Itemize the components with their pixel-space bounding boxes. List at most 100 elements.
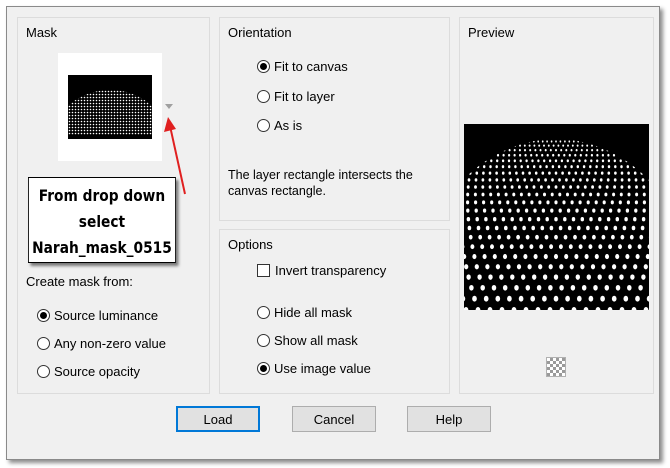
preview-dot xyxy=(601,153,604,157)
annotation-line-3: Narah_mask_0515 xyxy=(32,238,172,257)
preview-dot xyxy=(598,217,602,222)
preview-dot xyxy=(519,192,523,197)
radio-button[interactable] xyxy=(37,309,50,322)
preview-dot xyxy=(527,264,532,270)
preview-dot xyxy=(633,264,638,270)
preview-dot xyxy=(589,165,592,169)
radio-fit-to-layer[interactable]: Fit to layer xyxy=(257,89,335,104)
radio-as-is[interactable]: As is xyxy=(257,118,302,133)
preview-dot xyxy=(608,274,613,280)
preview-dot xyxy=(508,208,512,213)
radio-button[interactable] xyxy=(37,337,50,350)
preview-dot xyxy=(562,144,565,147)
radio-button[interactable] xyxy=(257,334,270,347)
radio-button[interactable] xyxy=(257,362,270,375)
load-button[interactable]: Load xyxy=(176,406,260,432)
preview-dot xyxy=(519,144,521,147)
preview-dot xyxy=(585,178,589,182)
preview-dot xyxy=(570,148,573,152)
preview-dot xyxy=(542,192,547,197)
preview-dot xyxy=(584,159,587,163)
orientation-info-text: The layer rectangle intersects the canva… xyxy=(228,168,413,198)
preview-dot xyxy=(571,144,574,147)
preview-dot xyxy=(542,295,547,302)
preview-dot xyxy=(635,192,639,197)
radio-button[interactable] xyxy=(37,365,50,378)
preview-dot xyxy=(552,153,555,157)
radio-button[interactable] xyxy=(257,60,270,73)
preview-dot xyxy=(595,165,598,169)
radio-button[interactable] xyxy=(257,119,270,132)
radio-button[interactable] xyxy=(257,306,270,319)
preview-dot xyxy=(550,192,554,197)
help-button[interactable]: Help xyxy=(407,406,491,432)
preview-dot xyxy=(499,208,504,213)
preview-dot xyxy=(502,153,505,157)
preview-dot xyxy=(586,274,591,280)
radio-source-luminance[interactable]: Source luminance xyxy=(37,308,158,323)
preview-dot xyxy=(466,192,470,197)
preview-dot xyxy=(604,254,610,260)
preview-dot xyxy=(586,225,590,231)
preview-dot xyxy=(525,159,528,163)
radio-button[interactable] xyxy=(257,90,270,103)
preview-dot xyxy=(524,148,526,152)
preview-dot xyxy=(503,185,507,189)
preview-dot xyxy=(495,295,501,302)
radio-label: Show all mask xyxy=(274,333,358,348)
checkbox-invert-transparency[interactable]: Invert transparency xyxy=(257,263,386,278)
preview-dot xyxy=(530,295,536,302)
radio-label: Hide all mask xyxy=(274,305,353,320)
preview-dot xyxy=(469,284,474,291)
mask-thumbnail[interactable] xyxy=(58,53,162,161)
preview-dot xyxy=(541,208,546,213)
preview-dot xyxy=(604,284,610,291)
radio-fit-to-canvas[interactable]: Fit to canvas xyxy=(257,59,348,74)
preview-dot xyxy=(516,264,522,270)
cancel-button[interactable]: Cancel xyxy=(292,406,376,432)
preview-dot xyxy=(611,234,615,240)
preview-dot xyxy=(601,165,605,169)
preview-dot xyxy=(474,185,477,189)
preview-dot xyxy=(572,159,575,163)
preview-dot xyxy=(513,153,516,157)
preview-dot xyxy=(640,225,645,231)
preview-dot xyxy=(598,185,602,189)
transparency-toggle-icon[interactable] xyxy=(546,357,566,377)
preview-dot xyxy=(533,144,536,147)
radio-hide-all-mask[interactable]: Hide all mask xyxy=(257,305,352,320)
preview-dot xyxy=(539,165,542,169)
preview-dot xyxy=(538,264,543,270)
radio-source-opacity[interactable]: Source opacity xyxy=(37,364,140,379)
preview-dot xyxy=(642,200,646,205)
preview-dot xyxy=(627,244,632,250)
preview-dot xyxy=(634,208,638,213)
preview-dot xyxy=(483,295,489,302)
preview-dot xyxy=(607,153,610,157)
preview-dot xyxy=(530,178,533,182)
preview-dot xyxy=(641,217,646,222)
preview-dot xyxy=(472,295,477,302)
radio-show-all-mask[interactable]: Show all mask xyxy=(257,333,358,348)
preview-dot xyxy=(532,274,537,280)
preview-dot xyxy=(481,192,485,197)
mask-dropdown-arrow-icon[interactable] xyxy=(165,104,173,109)
preview-dot xyxy=(627,192,631,197)
preview-dot xyxy=(547,144,550,147)
annotation-arrow-line xyxy=(169,125,186,195)
preview-dot xyxy=(620,171,624,175)
preview-dot xyxy=(506,264,511,270)
radio-use-image-value[interactable]: Use image value xyxy=(257,361,371,376)
mask-group-title: Mask xyxy=(26,25,58,40)
preview-dot xyxy=(637,244,642,250)
checkbox[interactable] xyxy=(257,264,270,277)
preview-dot xyxy=(600,171,604,175)
preview-dot xyxy=(571,217,576,222)
preview-dot xyxy=(543,159,546,163)
radio-any-non-zero-value[interactable]: Any non-zero value xyxy=(37,336,166,351)
preview-dot xyxy=(501,159,505,163)
preview-dot xyxy=(626,200,630,205)
preview-dot xyxy=(528,144,531,147)
preview-dot xyxy=(489,165,492,169)
preview-dot xyxy=(480,284,485,291)
